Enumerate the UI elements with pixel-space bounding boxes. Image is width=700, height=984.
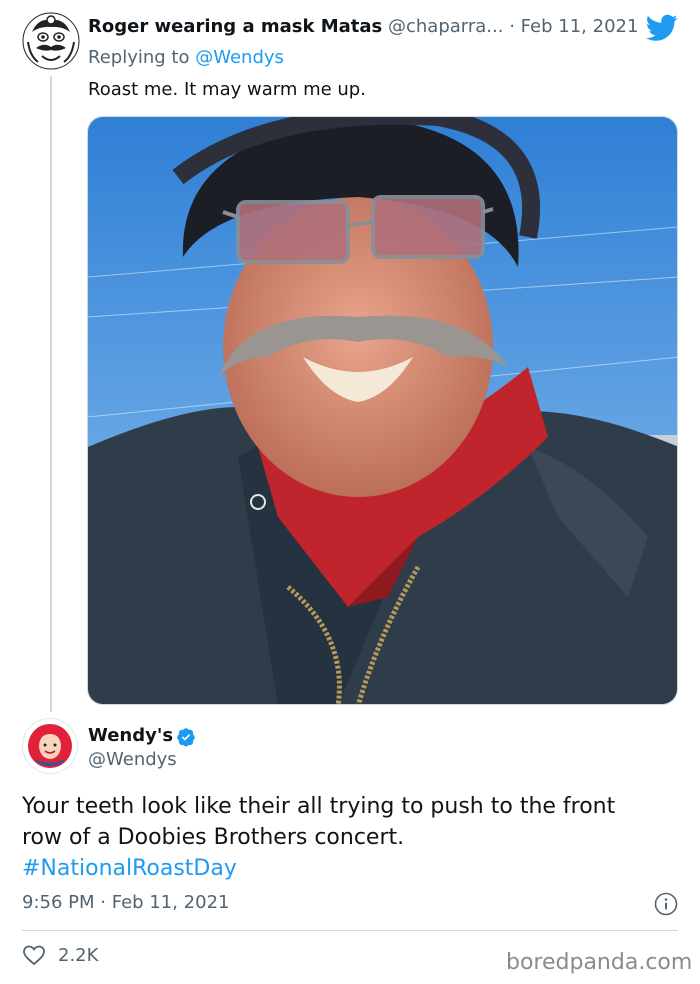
- main-tweet-text-line2: row of a Doobies Brothers concert.: [22, 825, 405, 850]
- replying-to-mention[interactable]: @Wendys: [195, 47, 284, 68]
- like-count: 2.2K: [58, 945, 99, 966]
- roger-avatar[interactable]: [22, 12, 80, 70]
- main-tweet-text: Your teeth look like their all trying to…: [22, 791, 682, 884]
- tweet-time: 9:56 PM: [22, 892, 95, 913]
- main-tweet-text-line1: Your teeth look like their all trying to…: [22, 794, 616, 819]
- wendys-display-name[interactable]: Wendy's: [88, 725, 173, 746]
- wendys-avatar[interactable]: [22, 718, 78, 774]
- timestamp-separator: ·: [100, 892, 106, 913]
- reply-handle[interactable]: @chaparra...: [388, 16, 503, 37]
- hashtag-link[interactable]: #NationalRoastDay: [22, 853, 682, 884]
- reply-tweet-header: Roger wearing a mask Matas @chaparra... …: [88, 16, 638, 37]
- tweet-date: Feb 11, 2021: [111, 892, 230, 913]
- wendys-handle[interactable]: @Wendys: [88, 749, 177, 770]
- tweet-timestamp[interactable]: 9:56 PM · Feb 11, 2021: [22, 892, 229, 913]
- watermark: boredpanda.com: [506, 950, 693, 975]
- reply-date[interactable]: Feb 11, 2021: [521, 16, 639, 37]
- cartoon-face-avatar-icon: [22, 12, 80, 70]
- wendys-logo-avatar-icon: [24, 720, 76, 772]
- reply-display-name[interactable]: Roger wearing a mask Matas: [88, 16, 382, 37]
- heart-icon[interactable]: [22, 943, 46, 967]
- verified-badge-icon: [176, 727, 196, 747]
- replying-prefix: Replying to: [88, 47, 190, 68]
- replying-to-line: Replying to @Wendys: [88, 47, 284, 68]
- info-icon[interactable]: [654, 892, 678, 916]
- thread-connector-line: [50, 76, 52, 712]
- header-separator: ·: [509, 16, 515, 37]
- actions-divider: [22, 930, 678, 931]
- reply-tweet-text: Roast me. It may warm me up.: [88, 79, 366, 100]
- twitter-bird-icon[interactable]: [645, 14, 678, 42]
- tweet-photo[interactable]: [87, 116, 678, 705]
